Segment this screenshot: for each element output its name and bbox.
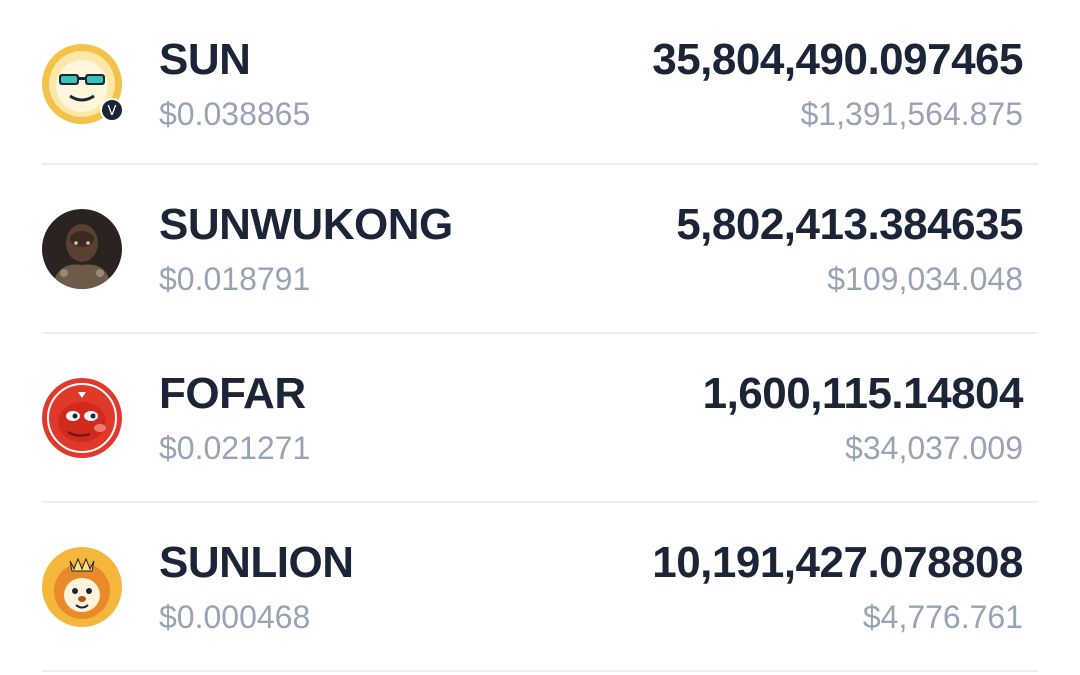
token-row-fofar[interactable]: FOFAR $0.021271 1,600,115.14804 $34,037.… (42, 334, 1038, 503)
token-price: $0.021271 (159, 430, 311, 466)
token-value: $1,391,564.875 (800, 96, 1023, 132)
token-amount: 5,802,413.384635 (676, 200, 1023, 249)
token-name: SUNWUKONG (159, 200, 453, 249)
token-amount: 10,191,427.078808 (652, 538, 1023, 587)
token-row-sun[interactable]: V SUN $0.038865 35,804,490.097465 $1,391… (42, 0, 1038, 165)
token-amount: 35,804,490.097465 (652, 35, 1023, 84)
token-row-sunwukong[interactable]: SUNWUKONG $0.018791 5,802,413.384635 $10… (42, 165, 1038, 334)
sun-token-icon: V (42, 44, 124, 124)
token-list: V SUN $0.038865 35,804,490.097465 $1,391… (0, 0, 1080, 675)
token-price: $0.000468 (159, 599, 311, 635)
token-value: $109,034.048 (827, 261, 1023, 297)
token-value: $34,037.009 (845, 430, 1023, 466)
token-amount: 1,600,115.14804 (702, 369, 1024, 418)
token-price: $0.038865 (159, 96, 311, 132)
token-value: $4,776.761 (862, 599, 1023, 635)
token-price: $0.018791 (159, 261, 311, 297)
verified-badge-letter: V (108, 104, 117, 119)
sunwukong-token-icon (42, 209, 122, 289)
fofar-token-icon (42, 378, 122, 458)
token-name: FOFAR (159, 369, 306, 418)
token-name: SUN (159, 35, 251, 84)
token-row-sunlion[interactable]: SUNLION $0.000468 10,191,427.078808 $4,7… (42, 503, 1038, 672)
sunlion-token-icon (42, 547, 122, 627)
token-name: SUNLION (159, 538, 354, 587)
